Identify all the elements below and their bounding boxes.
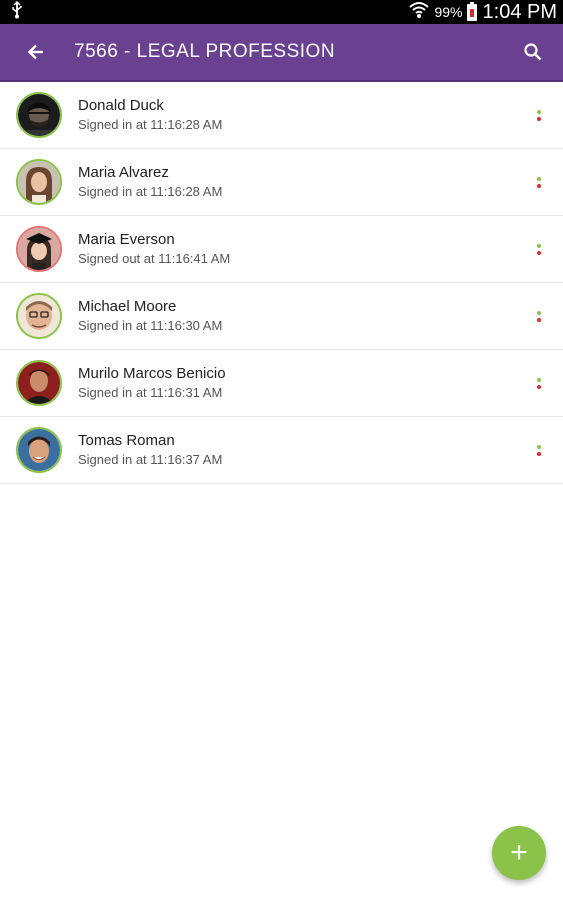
avatar bbox=[16, 427, 62, 473]
arrow-left-icon bbox=[27, 44, 43, 60]
list-item[interactable]: Maria Everson Signed out at 11:16:41 AM bbox=[0, 216, 563, 283]
clock: 1:04 PM bbox=[482, 0, 557, 23]
add-attendee-button[interactable]: + bbox=[492, 826, 546, 880]
avatar bbox=[16, 226, 62, 272]
avatar bbox=[16, 92, 62, 138]
avatar bbox=[16, 293, 62, 339]
attendee-status: Signed in at 11:16:30 AM bbox=[78, 318, 223, 333]
list-item[interactable]: Donald Duck Signed in at 11:16:28 AM bbox=[0, 82, 563, 149]
attendee-name: Murilo Marcos Benicio bbox=[78, 365, 226, 382]
list-item[interactable]: Murilo Marcos Benicio Signed in at 11:16… bbox=[0, 350, 563, 417]
search-icon bbox=[524, 43, 542, 61]
battery-icon bbox=[466, 1, 477, 21]
attendee-status: Signed out at 11:16:41 AM bbox=[78, 251, 231, 266]
page-title: 7566 - LEGAL PROFESSION bbox=[74, 41, 336, 62]
list-item[interactable]: Tomas Roman Signed in at 11:16:37 AM bbox=[0, 417, 563, 484]
attendee-status: Signed in at 11:16:28 AM bbox=[78, 117, 223, 132]
status-toggle-icon[interactable] bbox=[533, 103, 545, 127]
status-toggle-icon[interactable] bbox=[533, 371, 545, 395]
attendee-status: Signed in at 11:16:28 AM bbox=[78, 184, 223, 199]
attendance-screen: 99% 1:04 PM 7566 - LEGAL PROFESSION Dona… bbox=[0, 0, 563, 900]
wifi-icon bbox=[408, 1, 430, 24]
status-bar: 99% 1:04 PM bbox=[0, 0, 563, 24]
list-item[interactable]: Maria Alvarez Signed in at 11:16:28 AM bbox=[0, 149, 563, 216]
status-toggle-icon[interactable] bbox=[533, 170, 545, 194]
attendee-name: Maria Alvarez bbox=[78, 164, 169, 181]
attendee-name: Tomas Roman bbox=[78, 432, 175, 449]
attendee-list: Donald Duck Signed in at 11:16:28 AM Mar… bbox=[0, 82, 563, 484]
status-toggle-icon[interactable] bbox=[533, 304, 545, 328]
usb-icon bbox=[10, 0, 24, 24]
back-button[interactable] bbox=[22, 38, 50, 66]
avatar bbox=[16, 360, 62, 406]
search-button[interactable] bbox=[517, 36, 549, 68]
status-toggle-icon[interactable] bbox=[533, 438, 545, 462]
attendee-name: Donald Duck bbox=[78, 97, 164, 114]
attendee-name: Maria Everson bbox=[78, 231, 175, 248]
status-toggle-icon[interactable] bbox=[533, 237, 545, 261]
attendee-status: Signed in at 11:16:37 AM bbox=[78, 452, 223, 467]
attendee-name: Michael Moore bbox=[78, 298, 177, 315]
attendee-status: Signed in at 11:16:31 AM bbox=[78, 385, 223, 400]
battery-percent: 99% bbox=[434, 4, 463, 20]
plus-icon: + bbox=[510, 836, 528, 869]
app-bar: 7566 - LEGAL PROFESSION bbox=[0, 24, 563, 82]
avatar bbox=[16, 159, 62, 205]
list-item[interactable]: Michael Moore Signed in at 11:16:30 AM bbox=[0, 283, 563, 350]
